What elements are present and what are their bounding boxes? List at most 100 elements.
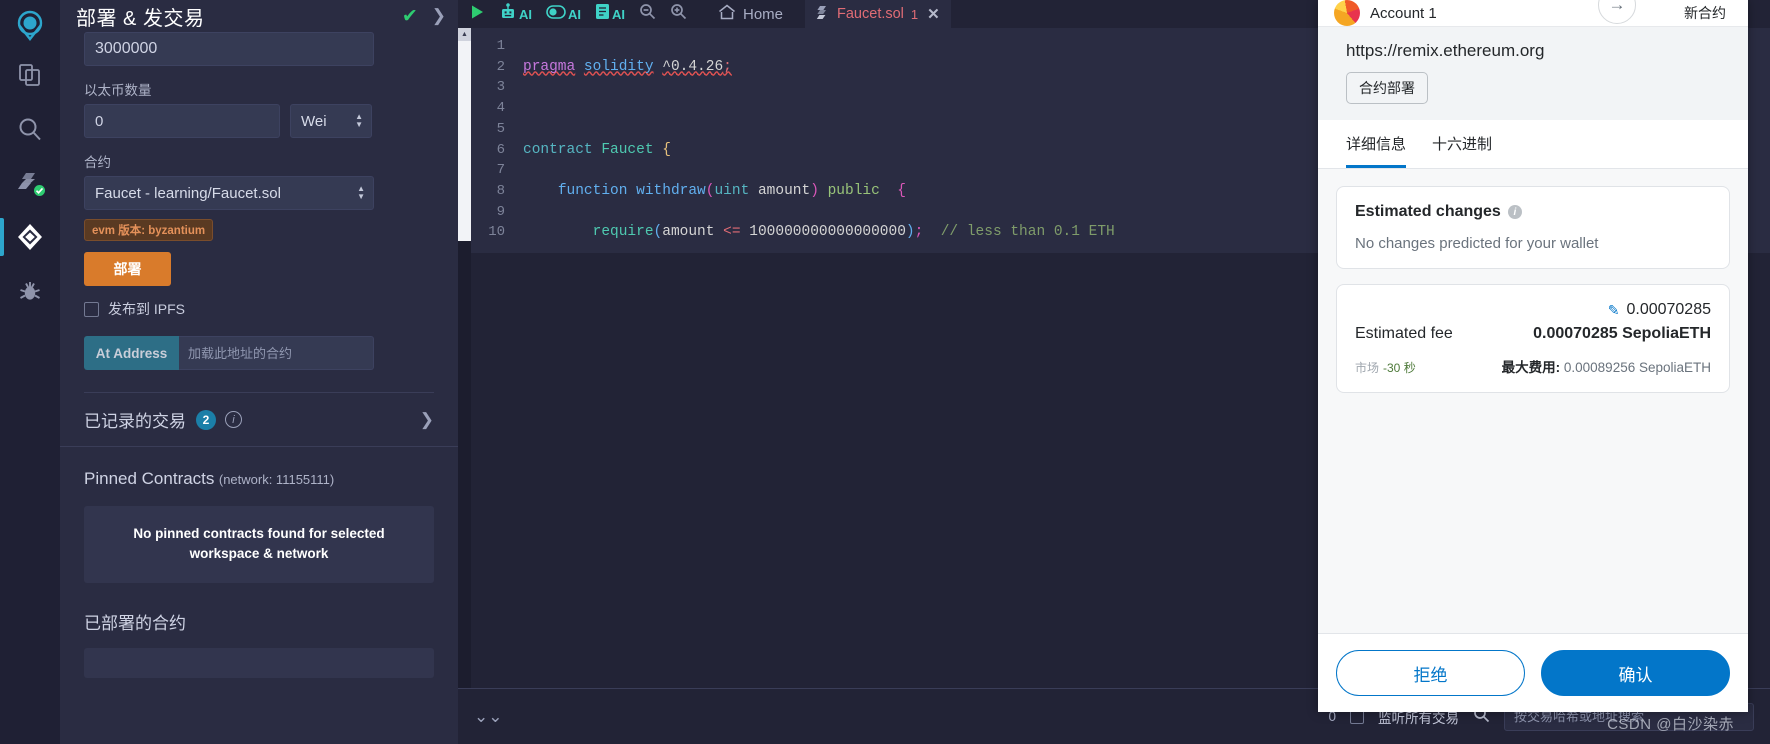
toggle-icon <box>546 5 566 24</box>
scroll-up-arrow-icon[interactable]: ▲ <box>458 28 471 41</box>
tab-faucet-sol[interactable]: Faucet.sol 1 ✕ <box>805 0 951 28</box>
max-fee-label: 最大费用: <box>1502 360 1561 375</box>
sidebar-item-debugger[interactable] <box>0 264 60 318</box>
deploy-and-run-panel: 部署 & 发交易 ✔ ❯ 以太币数量 Wei ▲▼ 合约 Faucet - le… <box>60 0 458 744</box>
sidebar-item-solidity-compiler[interactable] <box>0 156 60 210</box>
chevron-right-icon[interactable]: ❯ <box>432 6 446 26</box>
metamask-content: Estimated changes i No changes predicted… <box>1318 169 1748 633</box>
stepper-icon: ▲▼ <box>355 114 363 128</box>
estimated-changes-card: Estimated changes i No changes predicted… <box>1336 186 1730 269</box>
estimated-changes-body: No changes predicted for your wallet <box>1355 235 1711 252</box>
chevrons-down-icon[interactable]: ⌄⌄ <box>474 707 503 727</box>
document-icon <box>595 3 610 25</box>
zoom-in-button[interactable] <box>663 0 694 28</box>
gas-limit-input[interactable] <box>84 32 374 66</box>
sidebar-item-search[interactable] <box>0 102 60 156</box>
home-tab[interactable]: Home <box>706 4 795 25</box>
recorded-transactions-row[interactable]: 已记录的交易 2 i ❯ <box>60 393 458 447</box>
deployed-contracts-list <box>84 648 434 678</box>
metamask-origin-section: https://remix.ethereum.org 合约部署 <box>1318 26 1748 120</box>
metamask-new-contract-label: 新合约 <box>1684 3 1732 23</box>
ai-agent-label: AI <box>519 7 532 22</box>
solidity-icon <box>816 5 830 24</box>
line-number: 7 <box>497 162 505 178</box>
page-title: 部署 & 发交易 <box>76 2 402 31</box>
fee-footer-row: 市场 -30 秒 最大费用: 0.00089256 SepoliaETH <box>1355 356 1711 376</box>
recorded-transactions-label: 已记录的交易 <box>84 407 186 432</box>
fee-market-time: -30 秒 <box>1383 359 1416 376</box>
estimated-fee-label: Estimated fee <box>1355 325 1453 343</box>
zoom-out-icon <box>639 3 656 25</box>
info-icon[interactable]: i <box>1508 205 1522 219</box>
app-root: 部署 & 发交易 ✔ ❯ 以太币数量 Wei ▲▼ 合约 Faucet - le… <box>0 0 1770 744</box>
line-number: 4 <box>497 100 505 116</box>
recorded-transactions-count: 2 <box>196 410 216 430</box>
watermark: CSDN @白沙染赤 <box>1607 713 1734 734</box>
avatar <box>1334 0 1360 26</box>
robot-icon <box>499 3 517 26</box>
line-number: 2 <box>497 59 505 75</box>
editor-scrollbar[interactable]: ▲ <box>458 28 471 688</box>
value-amount-label: 以太币数量 <box>84 79 434 99</box>
metamask-confirmation-popup: Account 1 新合约 → https://remix.ethereum.o… <box>1318 0 1748 712</box>
fee-edit-value: 0.00070285 <box>1626 301 1711 319</box>
line-number: 1 <box>497 38 505 54</box>
metamask-account-name: Account 1 <box>1370 5 1437 22</box>
metamask-action-buttons: 拒绝 确认 <box>1318 633 1748 712</box>
play-icon <box>469 4 485 25</box>
contract-select[interactable]: Faucet - learning/Faucet.sol ▲▼ <box>84 176 374 210</box>
info-icon[interactable]: i <box>225 411 242 428</box>
estimated-fee-amount: 0.00070285 SepoliaETH <box>1533 325 1711 343</box>
evm-version-badge: evm 版本: byzantium <box>84 219 213 241</box>
metamask-tabs: 详细信息 十六进制 <box>1318 120 1748 169</box>
publish-ipfs-checkbox[interactable] <box>84 302 99 317</box>
fee-main-row: Estimated fee 0.00070285 SepoliaETH <box>1355 325 1711 343</box>
deploy-button[interactable]: 部署 <box>84 252 171 286</box>
stepper-icon: ▲▼ <box>357 186 365 200</box>
run-script-button[interactable] <box>462 0 492 28</box>
tab-filename: Faucet.sol <box>837 6 904 22</box>
ai-agent-button[interactable]: AI <box>492 0 539 28</box>
compiler-success-badge <box>32 183 47 198</box>
estimated-changes-title-row: Estimated changes i <box>1355 203 1711 221</box>
zoom-out-button[interactable] <box>632 0 663 28</box>
ai-explain-button[interactable]: AI <box>588 0 632 28</box>
contract-selected-value: Faucet - learning/Faucet.sol <box>95 185 281 202</box>
tab-details[interactable]: 详细信息 <box>1346 120 1406 168</box>
metamask-origin-url: https://remix.ethereum.org <box>1346 41 1720 61</box>
max-fee-row: 最大费用: 0.00089256 SepoliaETH <box>1502 356 1711 376</box>
at-address-row: At Address <box>84 336 374 370</box>
contract-label: 合约 <box>84 151 434 171</box>
fee-edit-row[interactable]: ✎ 0.00070285 <box>1355 301 1711 319</box>
zoom-in-icon <box>670 3 687 25</box>
close-icon[interactable]: ✕ <box>927 5 940 23</box>
metamask-header: Account 1 新合约 → <box>1318 0 1748 26</box>
value-amount-input[interactable] <box>84 104 280 138</box>
publish-ipfs-row[interactable]: 发布到 IPFS <box>84 299 434 319</box>
line-number: 6 <box>497 142 505 158</box>
ai-explain-label: AI <box>612 7 625 22</box>
check-icon: ✔ <box>402 5 418 28</box>
remix-logo-icon[interactable] <box>0 4 60 48</box>
pencil-icon[interactable]: ✎ <box>1608 302 1620 319</box>
line-number: 8 <box>497 183 505 199</box>
confirm-button[interactable]: 确认 <box>1541 650 1730 696</box>
sidebar-item-deploy-run[interactable] <box>0 210 60 264</box>
arrow-right-icon[interactable]: → <box>1598 0 1636 24</box>
value-unit-select[interactable]: Wei ▲▼ <box>290 104 372 138</box>
reject-button[interactable]: 拒绝 <box>1336 650 1525 696</box>
estimated-changes-title: Estimated changes <box>1355 203 1501 221</box>
sidebar-item-file-explorer[interactable] <box>0 48 60 102</box>
pinned-contracts-section: Pinned Contracts (network: 11155111) No … <box>60 447 458 583</box>
chevron-right-icon[interactable]: ❯ <box>420 410 434 430</box>
scrollbar-thumb[interactable] <box>458 41 471 241</box>
at-address-button[interactable]: At Address <box>84 336 179 370</box>
ai-toggle-button[interactable]: AI <box>539 0 588 28</box>
pinned-contracts-network: (network: 11155111) <box>219 472 334 487</box>
line-number: 9 <box>497 204 505 220</box>
bug-icon <box>18 279 42 303</box>
pinned-contracts-empty-message: No pinned contracts found for selected w… <box>84 506 434 583</box>
ai-toggle-label: AI <box>568 7 581 22</box>
tab-hex[interactable]: 十六进制 <box>1432 120 1492 168</box>
at-address-input[interactable] <box>179 336 374 370</box>
